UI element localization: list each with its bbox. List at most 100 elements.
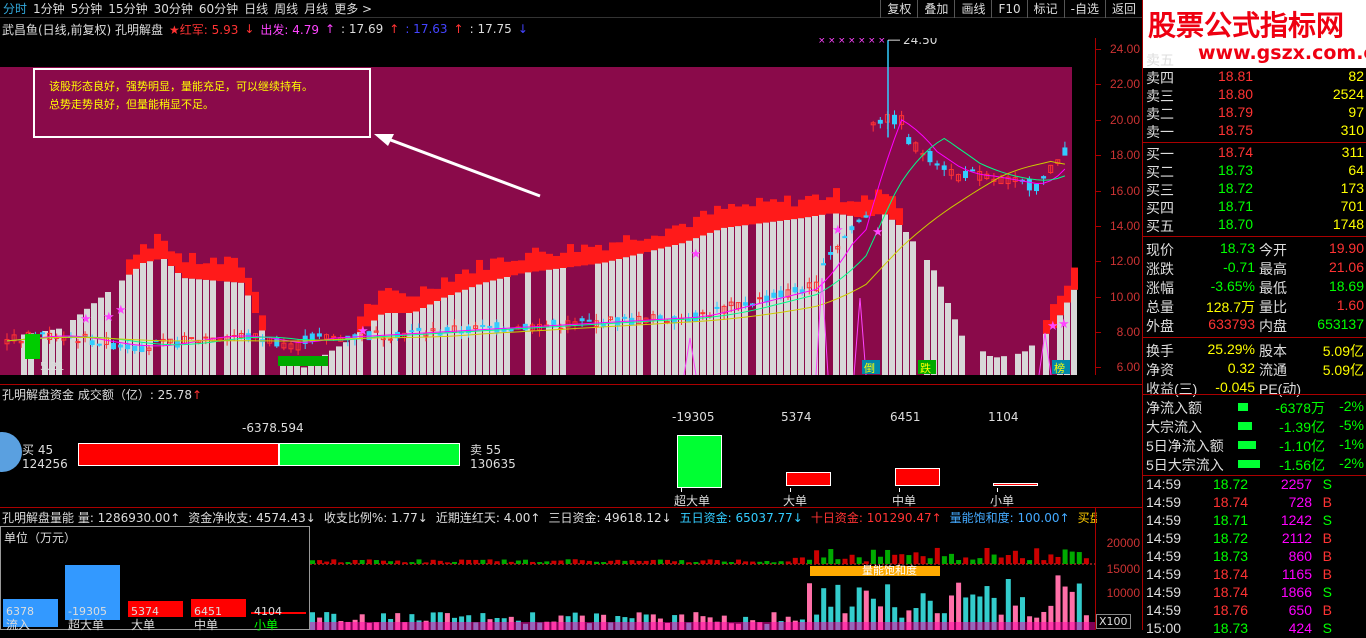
red-band-bar	[413, 296, 420, 312]
candle-body	[821, 263, 826, 266]
red-band-bar	[567, 244, 574, 268]
grey-band-bar	[721, 227, 727, 375]
tick-row[interactable]: 14:59 18.74 1866 S	[1143, 584, 1366, 602]
timeframe-tab[interactable]: 周线	[271, 0, 301, 17]
tick-row[interactable]: 14:59 18.71 1242 S	[1143, 512, 1366, 530]
flow-bar	[721, 561, 727, 564]
orderbook-row: 买三 18.72 173	[1143, 180, 1366, 198]
flow-bar	[1083, 558, 1089, 564]
red-band-bar	[203, 263, 210, 280]
flow-pct: -2%	[1339, 398, 1364, 414]
orderbook-row: 买四 18.71 701	[1143, 198, 1366, 216]
volume-signal-bar	[278, 356, 328, 366]
red-band-bar	[525, 252, 532, 273]
candle-body	[970, 169, 976, 172]
divider	[1143, 337, 1366, 338]
timeframe-tab[interactable]: 1分钟	[30, 0, 68, 17]
flow-bar	[856, 557, 862, 564]
flow-bar	[807, 559, 812, 564]
x-marker: ×	[838, 38, 846, 46]
toolbar-button[interactable]: 返回	[1104, 0, 1142, 18]
red-band-bar	[686, 227, 693, 241]
timeframe-tab[interactable]: 月线	[301, 0, 331, 17]
red-band-bar	[427, 288, 434, 305]
scale-label: X100	[1096, 614, 1131, 629]
toolbar-button[interactable]: 叠加	[917, 0, 954, 18]
flow-bar	[586, 560, 592, 564]
red-band-bar	[455, 273, 462, 293]
ob-volume: 64	[1348, 162, 1364, 178]
volume-chart[interactable]: 量能饱和度	[310, 526, 1095, 630]
high-price-label: 24.50	[903, 38, 937, 47]
timeframe-tab[interactable]: 15分钟	[105, 0, 150, 17]
candle-body	[203, 336, 209, 339]
flow-bar	[913, 552, 919, 564]
timeframe-tab[interactable]: 日线	[241, 0, 271, 17]
grey-band-bar	[980, 351, 986, 375]
stock-title: 武昌鱼(日线,前复权) 孔明解盘	[2, 22, 163, 37]
indicator-item: 量能饱和度: 100.00↑	[949, 511, 1070, 525]
red-band-bar	[763, 201, 770, 223]
flow-bar	[941, 556, 947, 564]
toolbar-button[interactable]: -自选	[1063, 0, 1105, 18]
toolbar-button[interactable]: 标记	[1026, 0, 1064, 18]
candle-body	[963, 170, 968, 179]
toolbar-button[interactable]: 复权	[880, 0, 917, 18]
flow-bar	[601, 562, 607, 564]
ob-volume: 173	[1340, 180, 1364, 196]
volume-tick: 20000	[1106, 536, 1140, 550]
candle-body	[941, 165, 947, 170]
flow-bar	[771, 562, 777, 564]
tick-row[interactable]: 14:59 18.76 650 B	[1143, 602, 1366, 620]
red-band-bar	[154, 233, 161, 260]
candle-body	[664, 321, 670, 324]
red-band-bar	[126, 259, 133, 275]
quote-value: 18.73	[1219, 240, 1255, 256]
grey-band-bar	[945, 303, 951, 375]
timeframe-tab[interactable]: 5分钟	[68, 0, 106, 17]
timeframe-tab[interactable]: 更多 >	[331, 0, 375, 17]
quote-label: 内盘	[1259, 318, 1287, 334]
toolbar-button[interactable]: F10	[991, 0, 1026, 18]
tick-mark	[1096, 84, 1101, 86]
tick-time: 15:00	[1146, 620, 1182, 636]
red-band-bar	[420, 286, 427, 308]
red-band-bar	[665, 228, 672, 247]
grey-band-bar	[168, 266, 174, 375]
ob-volume: 2524	[1332, 86, 1364, 102]
tick-row[interactable]: 14:59 18.73 860 B	[1143, 548, 1366, 566]
mini-bar-label: 中单	[194, 618, 219, 632]
red-band-bar	[539, 251, 546, 271]
grey-band-bar	[903, 232, 909, 375]
side-circle[interactable]	[0, 432, 22, 472]
unit-label: 单位（万元）	[4, 531, 77, 545]
grey-band-bar	[238, 282, 244, 375]
grey-band-bar	[224, 281, 230, 375]
flow-label: 大宗流入	[1146, 419, 1202, 435]
tick-row[interactable]: 15:00 18.73 424 S	[1143, 620, 1366, 638]
flow-bar	[437, 560, 443, 564]
candle-body	[828, 251, 834, 255]
grey-band-bar	[182, 278, 188, 375]
volume-signal-bar	[25, 334, 40, 359]
tick-side: B	[1322, 530, 1332, 546]
timeframe-tab[interactable]: 30分钟	[151, 0, 196, 17]
red-band-bar	[721, 208, 728, 228]
red-band-bar	[805, 195, 812, 218]
divider	[0, 507, 1142, 508]
red-band-bar	[217, 264, 224, 282]
orderbook-row: 卖一 18.75 310	[1143, 122, 1366, 140]
tick-row[interactable]: 14:59 18.74 1165 B	[1143, 566, 1366, 584]
toolbar-button[interactable]: 画线	[954, 0, 991, 18]
flow-bar	[821, 557, 827, 564]
red-band-bar	[399, 293, 406, 313]
timeframe-tab[interactable]: 分时	[0, 0, 30, 17]
tick-row[interactable]: 14:59 18.72 2257 S	[1143, 476, 1366, 494]
tick-row[interactable]: 14:59 18.74 728 B	[1143, 494, 1366, 512]
flow-bar	[750, 561, 756, 564]
timeframe-tab[interactable]: 60分钟	[196, 0, 241, 17]
divider	[1143, 142, 1366, 143]
volume-axis: 20000 15000 10000 X100	[1095, 508, 1142, 630]
tick-row[interactable]: 14:59 18.72 2112 B	[1143, 530, 1366, 548]
tick-volume: 424	[1288, 620, 1312, 636]
